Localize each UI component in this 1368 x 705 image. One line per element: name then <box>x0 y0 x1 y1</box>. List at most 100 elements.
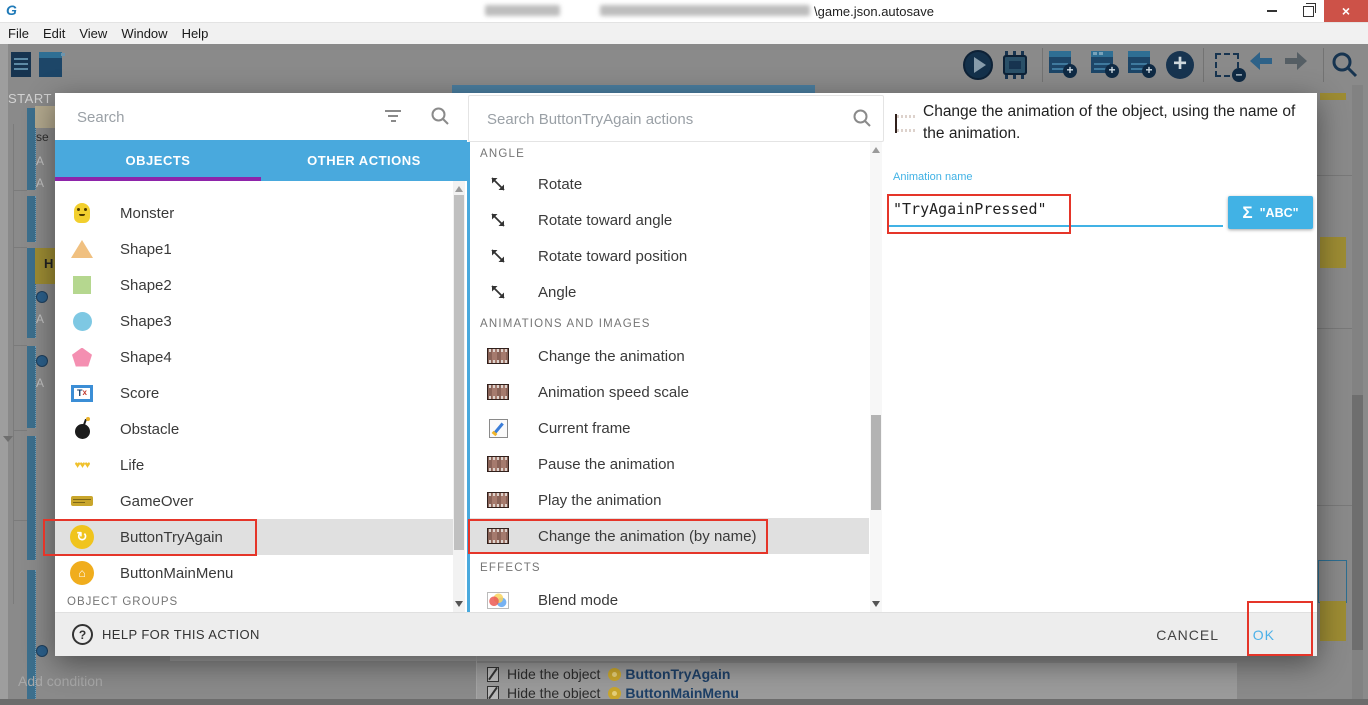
event-tree-line <box>13 124 14 604</box>
home-button-icon: ⌂ <box>70 561 94 585</box>
action-item-current-frame[interactable]: Current frame <box>470 410 869 446</box>
scroll-up-icon[interactable] <box>872 147 880 153</box>
action-item-rotate-toward-position[interactable]: Rotate toward position <box>470 238 869 274</box>
objects-scrollbar-thumb[interactable] <box>454 195 464 550</box>
remove-icon[interactable] <box>1213 50 1243 80</box>
project-manager-icon[interactable] <box>8 50 38 80</box>
app-area: + + + START se A A <box>0 44 1368 705</box>
menu-view[interactable]: View <box>79 26 107 41</box>
actions-scrollbar[interactable] <box>870 142 882 612</box>
hearts-icon: ♥♥♥ <box>75 460 90 471</box>
animation-name-label: Animation name <box>893 171 973 183</box>
add-condition-link: Add condition <box>18 673 103 689</box>
minimize-button[interactable] <box>1252 0 1292 22</box>
action-row: Hide the object ButtonTryAgain <box>477 663 1237 685</box>
list-item-gameover[interactable]: GameOver <box>55 483 453 519</box>
debug-icon[interactable] <box>1000 50 1030 80</box>
expression-editor-button[interactable]: Σ "ABC" <box>1228 196 1313 229</box>
search-icon[interactable] <box>852 108 872 128</box>
event-fragment-text: se <box>36 130 49 144</box>
redacted-title-segment <box>600 5 810 16</box>
help-link[interactable]: ? HELP FOR THIS ACTION <box>72 613 260 656</box>
list-item-shape4[interactable]: Shape4 <box>55 339 453 375</box>
list-item-shape3[interactable]: Shape3 <box>55 303 453 339</box>
event-fragment-text: H <box>44 256 53 271</box>
action-label: Play the animation <box>538 492 661 509</box>
add-external-layout-icon[interactable]: + <box>1127 50 1153 76</box>
action-label: Rotate toward position <box>538 248 687 265</box>
action-item-rotate[interactable]: Rotate <box>470 166 869 202</box>
list-item-score[interactable]: Tx Score <box>55 375 453 411</box>
restore-button[interactable] <box>1292 0 1324 22</box>
scroll-down-icon[interactable] <box>455 601 463 607</box>
scene-tab-label: START <box>8 91 52 106</box>
annotation-box-change-animation-by-name <box>468 519 768 554</box>
list-item-shape1[interactable]: Shape1 <box>55 231 453 267</box>
redo-icon[interactable] <box>1282 50 1312 80</box>
add-new-icon[interactable] <box>1165 50 1195 80</box>
annotation-box-animation-name-value <box>887 194 1071 234</box>
object-label: Score <box>120 385 159 402</box>
monster-icon <box>74 203 90 223</box>
object-groups-header: OBJECT GROUPS <box>55 591 467 612</box>
titlebar: G \game.json.autosave × <box>0 0 1368 23</box>
add-scene-icon[interactable]: + <box>1048 50 1074 76</box>
rotate-icon <box>485 283 511 301</box>
filmstrip-icon <box>895 114 897 133</box>
list-item-monster[interactable]: Monster <box>55 195 453 231</box>
event-tree-tick <box>13 430 27 431</box>
action-item-rotate-toward-angle[interactable]: Rotate toward angle <box>470 202 869 238</box>
scroll-up-icon[interactable] <box>455 186 463 192</box>
menu-file[interactable]: File <box>8 26 29 41</box>
objects-scrollbar[interactable] <box>453 181 465 612</box>
restore-icon <box>1303 6 1314 17</box>
menu-help[interactable]: Help <box>182 26 209 41</box>
menu-edit[interactable]: Edit <box>43 26 65 41</box>
action-label: Change the animation <box>538 348 685 365</box>
blend-mode-icon <box>487 592 509 609</box>
filter-icon[interactable] <box>385 108 403 122</box>
frame-edit-icon <box>489 419 508 438</box>
action-item-change-animation[interactable]: Change the animation <box>470 338 869 374</box>
events-scrollbar-thumb[interactable] <box>1352 395 1363 650</box>
list-item-shape2[interactable]: Shape2 <box>55 267 453 303</box>
left-gutter <box>0 44 8 705</box>
list-item-life[interactable]: ♥♥♥ Life <box>55 447 453 483</box>
actions-search-input[interactable] <box>485 106 819 133</box>
action-item-pause-animation[interactable]: Pause the animation <box>470 446 869 482</box>
object-label: Shape3 <box>120 313 172 330</box>
menu-window[interactable]: Window <box>121 26 167 41</box>
list-item-buttonmainmenu[interactable]: ⌂ ButtonMainMenu <box>55 555 453 591</box>
event-separator <box>1317 505 1352 506</box>
action-label: Current frame <box>538 420 631 437</box>
annotation-box-ok-button <box>1247 601 1313 656</box>
close-button[interactable]: × <box>1324 0 1368 22</box>
search-icon[interactable] <box>1330 50 1360 80</box>
scene-editor-icon[interactable] <box>37 50 67 80</box>
search-icon[interactable] <box>430 106 450 126</box>
list-item-obstacle[interactable]: Obstacle <box>55 411 453 447</box>
play-icon[interactable] <box>963 50 993 80</box>
action-item-blend-mode[interactable]: Blend mode <box>470 582 869 612</box>
objects-search-bar <box>55 93 467 141</box>
tab-other-actions[interactable]: OTHER ACTIONS <box>261 140 467 181</box>
actions-scrollbar-thumb[interactable] <box>871 415 881 510</box>
selected-event-fragment <box>1320 237 1346 268</box>
scroll-down-icon[interactable] <box>872 601 880 607</box>
add-external-events-icon[interactable]: + <box>1090 50 1116 76</box>
filmstrip-icon <box>487 456 509 472</box>
action-item-animation-speed-scale[interactable]: Animation speed scale <box>470 374 869 410</box>
undo-icon[interactable] <box>1247 50 1277 80</box>
condition-gear-icon <box>37 356 47 366</box>
action-editor-dialog: OBJECTS OTHER ACTIONS Monster Shape1 Sha… <box>55 93 1317 655</box>
action-item-angle[interactable]: Angle <box>470 274 869 310</box>
tab-objects[interactable]: OBJECTS <box>55 140 261 181</box>
cancel-button[interactable]: CANCEL <box>1150 613 1225 656</box>
action-item-play-animation[interactable]: Play the animation <box>470 482 869 518</box>
event-separator <box>1317 175 1352 176</box>
pentagon-icon <box>72 348 92 367</box>
objects-search-input[interactable] <box>75 103 369 131</box>
help-icon: ? <box>72 624 93 645</box>
gdevelop-window: G \game.json.autosave × File Edit View W… <box>0 0 1368 705</box>
object-label: Life <box>120 457 144 474</box>
